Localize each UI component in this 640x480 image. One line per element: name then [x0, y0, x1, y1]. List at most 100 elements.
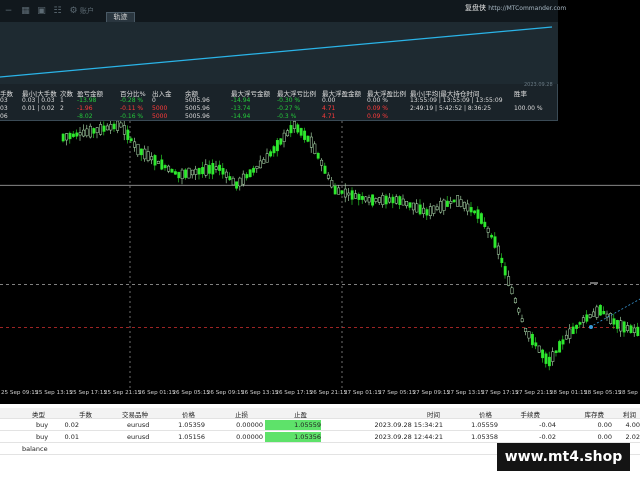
table-row[interactable]: buy 0.02 eurusd 1.05359 0.00000 1.05559 2023.0… — [0, 420, 640, 431]
candle-body — [313, 143, 317, 154]
candle-body — [221, 168, 225, 175]
candle-body — [289, 125, 293, 134]
candle-body — [309, 136, 313, 148]
stats-cell: 5005.96 — [185, 97, 210, 104]
candle-body — [527, 331, 531, 339]
column-header[interactable]: 交易品种 — [122, 409, 148, 419]
price-chart[interactable] — [0, 121, 640, 389]
candle-body — [102, 125, 106, 132]
column-header[interactable]: 手续费 — [521, 409, 541, 419]
table-cell: 0.00 — [597, 433, 612, 441]
candle-body — [405, 201, 409, 207]
candle-body — [435, 206, 439, 210]
time-axis-label: 26 Sep 09:15 — [206, 390, 245, 396]
column-header[interactable]: 价格 — [182, 409, 195, 419]
candle-body — [78, 132, 82, 136]
column-header[interactable]: 利润 — [623, 409, 636, 419]
candle-body — [92, 128, 96, 134]
trade-entry-marker — [589, 325, 593, 329]
candle-body — [286, 130, 290, 137]
candle-body — [422, 207, 426, 214]
candle-body — [126, 129, 130, 140]
candle-body — [173, 171, 177, 175]
column-header[interactable]: 类型 — [32, 409, 45, 419]
stats-cell: 0.01 | 0.02 — [22, 105, 55, 112]
candle-body — [411, 202, 415, 211]
candle-body — [462, 201, 466, 209]
candle-body — [374, 198, 378, 202]
candle-body — [541, 349, 545, 359]
grid-icon[interactable]: ▦ — [20, 6, 31, 17]
candle-body — [316, 152, 320, 159]
candle-body — [585, 314, 589, 322]
time-axis-label: 28 Sep 05:15 — [584, 390, 622, 396]
candle-body — [340, 190, 344, 194]
candle-body — [418, 204, 422, 215]
candle-body — [231, 177, 235, 186]
candle-body — [68, 132, 72, 140]
time-axis-label: 28 Sep 01:15 — [549, 390, 588, 396]
column-header[interactable]: 价格 — [479, 409, 492, 419]
candle-body — [71, 133, 75, 137]
stats-cell: -0.16 % — [120, 113, 144, 120]
candle-body — [258, 160, 262, 169]
candle-body — [207, 164, 211, 174]
candle-body — [602, 311, 606, 315]
candle-body — [347, 192, 351, 196]
candle-body — [143, 148, 147, 160]
candle-body — [330, 180, 334, 188]
candle-body — [238, 177, 242, 187]
stats-cell: 5005.96 — [185, 105, 210, 112]
candle-body — [292, 121, 296, 129]
gear-icon[interactable]: ⚙ — [68, 6, 79, 17]
stats-cell: -14.94 — [231, 113, 251, 120]
candle-body — [493, 236, 497, 248]
stats-cell: -13.74 — [231, 105, 251, 112]
candle-body — [85, 128, 89, 137]
candle-body — [367, 197, 371, 203]
table-icon[interactable]: ☷ — [52, 6, 63, 17]
candle-body — [551, 351, 555, 362]
table-cell: 0.00000 — [236, 421, 263, 429]
candle-body — [503, 266, 507, 276]
balance-label: balance — [22, 445, 48, 453]
box-icon[interactable]: ▣ — [36, 6, 47, 17]
candle-body — [306, 135, 310, 142]
candle-body — [204, 164, 208, 176]
table-row[interactable]: buy 0.01 eurusd 1.05156 0.00000 1.05356 2023.0… — [0, 432, 640, 443]
candle-body — [360, 196, 364, 200]
candle-body — [469, 207, 473, 213]
candle-body — [575, 324, 579, 329]
candle-body — [592, 311, 596, 317]
column-header[interactable]: 时间 — [427, 409, 440, 419]
candle-body — [483, 221, 487, 227]
candle-body — [245, 174, 249, 179]
minus-icon[interactable]: − — [3, 6, 14, 17]
candle-body — [252, 167, 256, 173]
column-header[interactable]: 止损 — [235, 409, 248, 419]
candle-body — [517, 308, 521, 313]
stats-cell: -14.94 — [231, 97, 251, 104]
stats-cell: -0.27 % — [277, 105, 301, 112]
table-cell: 1.05359 — [178, 421, 205, 429]
candle-body — [333, 185, 337, 195]
column-header[interactable]: 止盈 — [294, 409, 307, 419]
candle-body — [598, 305, 602, 316]
overlay-toolbar: − ▦ ▣ ☷ ⚙ 账户 轨迹 复盘侠 http://MTCommander.c… — [0, 0, 566, 23]
column-header[interactable]: 手数 — [79, 409, 92, 419]
brand-url[interactable]: http://MTCommander.com — [488, 5, 566, 12]
account-button[interactable]: 账户 — [80, 6, 94, 17]
column-header[interactable]: 库存费 — [585, 409, 605, 419]
candle-body — [479, 213, 483, 224]
candle-body — [187, 167, 191, 179]
table-cell: 1.05559 — [471, 421, 498, 429]
stats-cell: 03 — [0, 97, 8, 104]
candle-body — [486, 227, 490, 233]
candle-body — [105, 125, 109, 131]
candle-body — [156, 160, 160, 164]
stats-cell: 0.09 % — [367, 105, 388, 112]
candle-body — [612, 318, 616, 325]
candle-body — [588, 314, 592, 318]
candle-body — [180, 169, 184, 179]
stats-cell: 5000 — [152, 105, 168, 112]
